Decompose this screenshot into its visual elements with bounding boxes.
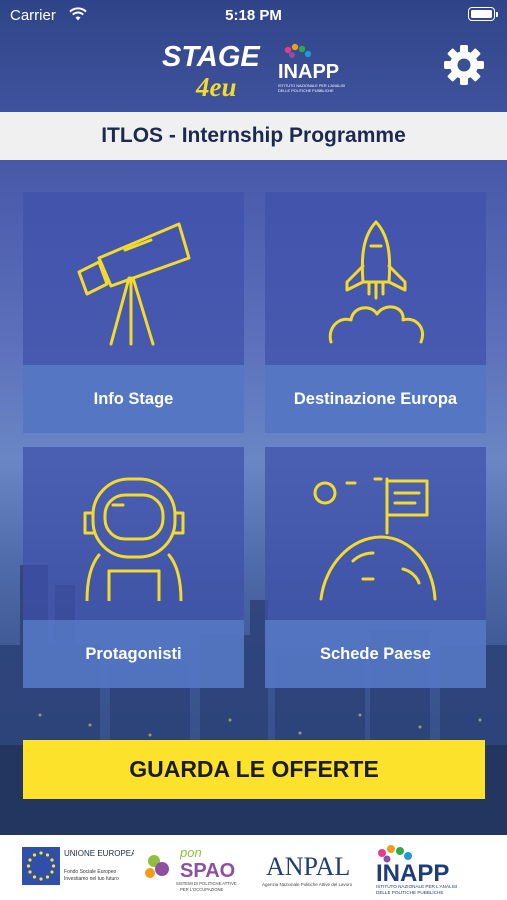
svg-text:ANPAL: ANPAL — [266, 852, 350, 881]
clock: 5:18 PM — [225, 7, 282, 24]
svg-text:INAPP: INAPP — [278, 61, 339, 83]
svg-text:INAPP: INAPP — [376, 860, 449, 887]
svg-text:Investiamo nel tuo futuro: Investiamo nel tuo futuro — [64, 876, 119, 882]
svg-text:UNIONE EUROPEA: UNIONE EUROPEA — [64, 849, 134, 858]
svg-text:Fondo Sociale Europeo: Fondo Sociale Europeo — [64, 869, 116, 875]
astronaut-icon — [83, 477, 185, 601]
anpal-logo: ANPAL Agenzia Nazionale Politiche Attive… — [262, 852, 353, 887]
inapp-logo: INAPP ISTITUTO NAZIONALE PER L'ANALISI D… — [278, 43, 345, 93]
svg-text:ISTITUTO NAZIONALE PER L'ANALI: ISTITUTO NAZIONALE PER L'ANALISI — [278, 84, 345, 88]
tile-label: Destinazione Europa — [265, 365, 486, 433]
telescope-icon — [77, 222, 191, 346]
battery-icon — [468, 7, 498, 21]
page-title: ITLOS - Internship Programme — [0, 112, 507, 160]
inapp-footer-logo: INAPP ISTITUTO NAZIONALE PER L'ANALISI D… — [376, 845, 457, 895]
tile-info-stage[interactable]: Info Stage — [23, 192, 244, 433]
gear-icon[interactable] — [443, 44, 485, 86]
svg-text:pon: pon — [179, 845, 202, 860]
tile-destinazione-europa[interactable]: Destinazione Europa — [265, 192, 486, 433]
ponspao-logo: pon SPAO SISTEMI DI POLITICHE ATTIVE PER… — [145, 845, 237, 892]
guarda-le-offerte-button[interactable]: GUARDA LE OFFERTE — [23, 740, 485, 799]
rocket-icon — [328, 220, 424, 344]
tile-protagonisti[interactable]: Protagonisti — [23, 447, 244, 688]
footer-logos: UNIONE EUROPEA Fondo Sociale Europeo Inv… — [0, 835, 507, 900]
planet-flag-icon — [313, 477, 437, 601]
svg-text:SPAO: SPAO — [180, 860, 235, 882]
tile-label: Protagonisti — [23, 620, 244, 688]
tile-schede-paese[interactable]: Schede Paese — [265, 447, 486, 688]
svg-text:PER L'OCCUPAZIONE: PER L'OCCUPAZIONE — [180, 887, 224, 892]
svg-text:DELLE POLITICHE PUBBLICHE: DELLE POLITICHE PUBBLICHE — [278, 89, 334, 93]
svg-text:ISTITUTO NAZIONALE PER L'ANALI: ISTITUTO NAZIONALE PER L'ANALISI — [376, 884, 457, 889]
svg-text:SISTEMI DI POLITICHE ATTIVE: SISTEMI DI POLITICHE ATTIVE — [176, 881, 237, 886]
tile-label: Info Stage — [23, 365, 244, 433]
app-header: STAGE 4eu INAPP ISTITUTO NAZIONALE PER L… — [0, 32, 507, 112]
svg-text:STAGE: STAGE — [162, 41, 261, 73]
svg-text:Agenzia Nazionale Politiche At: Agenzia Nazionale Politiche Attive del L… — [262, 882, 353, 887]
eu-logo: UNIONE EUROPEA Fondo Sociale Europeo Inv… — [22, 847, 134, 885]
stage4eu-logo: STAGE 4eu — [162, 41, 261, 100]
tile-label: Schede Paese — [265, 620, 486, 688]
svg-text:4eu: 4eu — [195, 72, 237, 100]
svg-text:DELLE POLITICHE PUBBLICHE: DELLE POLITICHE PUBBLICHE — [376, 890, 443, 895]
status-bar: Carrier 5:18 PM — [0, 0, 507, 32]
